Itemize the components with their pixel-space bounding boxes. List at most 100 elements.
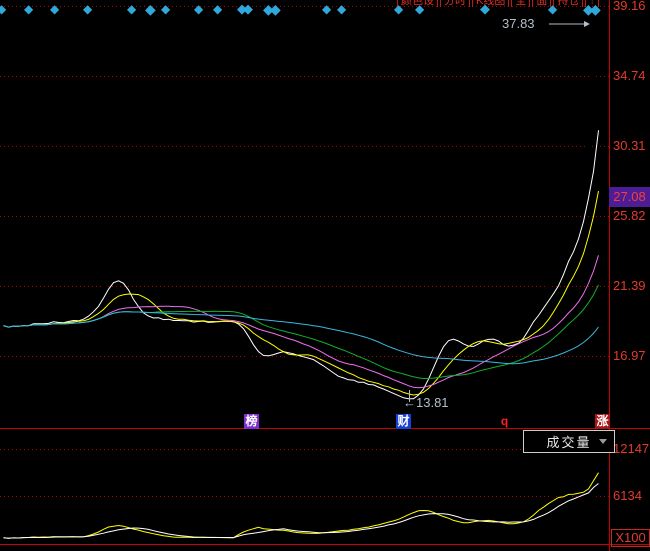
volume-bar xyxy=(22,536,25,544)
volume-axis-label: 12147 xyxy=(613,442,649,456)
volume-bar xyxy=(122,529,125,544)
overlay-shortcut-q[interactable]: q xyxy=(497,414,512,429)
volume-bar xyxy=(127,531,130,544)
volume-bar xyxy=(292,532,295,544)
volume-bar xyxy=(232,538,235,544)
overlay-shortcut-财[interactable]: 财 xyxy=(396,414,411,429)
volume-bar xyxy=(527,510,530,544)
marker-diamond-icon: ◆ xyxy=(50,3,59,15)
volume-bar xyxy=(132,532,135,544)
volume-bar xyxy=(517,521,520,544)
volume-bar xyxy=(447,522,450,544)
toolbar-button-clipped[interactable]: K线图 xyxy=(472,0,509,7)
volume-bar xyxy=(437,519,440,544)
volume-bar xyxy=(92,529,95,544)
volume-bar xyxy=(182,537,185,544)
top-toolbar-clipped[interactable]: 颜色设分时K线图全面持仓↑ xyxy=(397,0,610,7)
volume-indicator-dropdown[interactable]: 成交量 xyxy=(523,430,615,453)
volume-bar xyxy=(507,525,510,544)
volume-axis-label: 6134 xyxy=(613,489,642,503)
marker-diamond-icon: ◆ xyxy=(480,3,490,15)
volume-bar xyxy=(522,516,525,544)
marker-diamond-icon: ◆ xyxy=(0,3,6,15)
volume-bar xyxy=(532,506,535,544)
volume-bar xyxy=(137,532,140,544)
volume-bar xyxy=(192,538,195,544)
volume-bar xyxy=(597,457,600,544)
marker-diamond-icon: ◆ xyxy=(415,3,424,15)
volume-bar xyxy=(37,538,40,544)
toolbar-button-clipped[interactable]: 持仓 xyxy=(553,0,583,7)
volume-bar xyxy=(502,524,505,544)
marker-diamond-icon: ◆ xyxy=(83,3,92,15)
volume-bar xyxy=(427,513,430,544)
marker-diamond-icon: ◆ xyxy=(24,3,33,15)
volume-bar xyxy=(217,538,220,544)
volume-bar xyxy=(277,532,280,544)
price-axis-label: 30.31 xyxy=(613,139,646,153)
volume-bar xyxy=(87,531,90,544)
volume-bar xyxy=(207,538,210,544)
volume-bar xyxy=(17,539,20,544)
volume-bar xyxy=(282,531,285,544)
volume-bar xyxy=(152,537,155,544)
volume-bar xyxy=(297,534,300,544)
volume-bar xyxy=(422,514,425,544)
volume-bar xyxy=(272,531,275,544)
volume-bar xyxy=(577,490,580,544)
stock-chart-window: 颜色设分时K线图全面持仓↑ ◆◆◆◆◆◆◆◆◆◆◆◆◆◆◆◆◆◆◆◆◆ 39.1… xyxy=(0,0,650,551)
volume-bar xyxy=(147,534,150,544)
volume-bar xyxy=(197,537,200,544)
marker-diamond-icon: ◆ xyxy=(161,3,170,15)
annotation-low-price: ←13.81 xyxy=(403,396,449,410)
marker-diamond-icon: ◆ xyxy=(322,3,331,15)
volume-bar xyxy=(312,534,315,544)
volume-bar xyxy=(477,520,480,544)
volume-bar xyxy=(542,504,545,544)
volume-bar xyxy=(167,537,170,544)
volume-bar xyxy=(552,495,555,544)
marker-diamond-icon: ◆ xyxy=(590,3,601,15)
volume-bar xyxy=(2,538,5,544)
volume-bar xyxy=(177,537,180,544)
volume-bar xyxy=(572,497,575,544)
volume-bar xyxy=(482,521,485,544)
volume-bar xyxy=(227,538,230,544)
marker-diamond-icon: ◆ xyxy=(127,3,136,15)
marker-diamond-icon: ◆ xyxy=(548,3,557,15)
toolbar-button-clipped[interactable]: 分时 xyxy=(440,0,470,7)
gridlines xyxy=(0,7,609,497)
volume-bar xyxy=(237,522,240,544)
chevron-down-icon xyxy=(599,439,607,444)
volume-bar xyxy=(492,524,495,544)
volume-bar xyxy=(82,536,85,544)
volume-bar xyxy=(77,537,80,544)
volume-bar xyxy=(222,538,225,544)
toolbar-button-row: 颜色设分时K线图全面持仓↑ xyxy=(397,0,610,7)
toolbar-button-clipped[interactable]: 全 xyxy=(511,0,530,7)
marker-diamond-icon: ◆ xyxy=(243,3,253,15)
volume-bar xyxy=(117,526,120,544)
volume-bar xyxy=(307,533,310,544)
overlay-shortcut-榜[interactable]: 榜 xyxy=(244,414,259,429)
volume-indicator-label: 成交量 xyxy=(546,432,591,451)
volume-bar xyxy=(212,538,215,544)
marker-diamond-icon: ◆ xyxy=(337,3,346,15)
volume-bar xyxy=(497,522,500,544)
price-axis-label: 39.16 xyxy=(613,0,646,13)
volume-bar xyxy=(7,539,10,544)
marker-diamond-icon: ◆ xyxy=(270,3,281,15)
volume-bar xyxy=(202,537,205,544)
price-axis-label: 25.82 xyxy=(613,209,646,223)
volume-bar xyxy=(287,533,290,544)
overlay-shortcut-涨[interactable]: 涨 xyxy=(595,414,610,429)
chart-canvas[interactable] xyxy=(0,0,650,551)
volume-bar xyxy=(457,523,460,544)
volume-bar xyxy=(487,523,490,544)
annotation-high-price: 37.83 xyxy=(502,17,535,31)
volume-bar xyxy=(442,521,445,544)
marker-diamond-icon: ◆ xyxy=(213,3,222,15)
price-axis-label: 21.39 xyxy=(613,279,646,293)
volume-bar xyxy=(327,531,330,544)
volume-bar xyxy=(462,524,465,544)
